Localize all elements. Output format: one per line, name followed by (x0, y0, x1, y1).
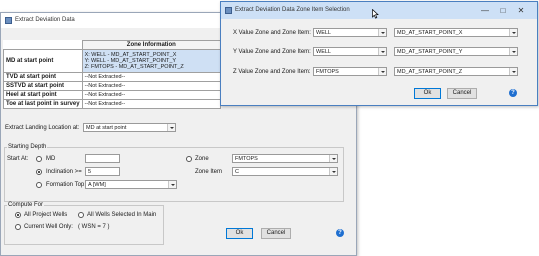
dropdown-arrow-icon[interactable] (167, 124, 175, 131)
landing-location-select[interactable]: MD at start point (83, 123, 176, 132)
zone-info-cell[interactable]: --Not Extracted-- (81, 90, 222, 100)
md-input[interactable] (85, 154, 120, 163)
all-project-wells-radio[interactable] (15, 212, 21, 218)
zone-value: FMTOPS (235, 156, 258, 162)
app-icon (225, 7, 232, 14)
grid-column-header: Zone Information (81, 40, 222, 50)
md-label: MD (46, 156, 56, 162)
minimize-icon[interactable]: — (479, 5, 491, 16)
main-window-title: Extract Deviation Data (15, 17, 75, 23)
help-icon[interactable]: ? (509, 89, 517, 97)
compute-for-group-title: Compute For (7, 202, 45, 208)
x-zone-item-value: MD_AT_START_POINT_X (397, 30, 463, 36)
grid-corner-cell (3, 40, 83, 50)
inclination-input[interactable]: 5 (85, 167, 120, 176)
table-row[interactable]: MD at start point X: WELL - MD_AT_START_… (3, 49, 222, 73)
zone-dialog-title: Extract Deviation Data Zone Item Selecti… (235, 7, 350, 13)
dropdown-arrow-icon[interactable] (329, 155, 337, 162)
row-label: TVD at start point (3, 72, 83, 82)
dropdown-arrow-icon[interactable] (509, 48, 517, 55)
inclination-radio[interactable] (36, 169, 42, 175)
dropdown-arrow-icon[interactable] (378, 68, 386, 75)
y-zone-value: WELL (316, 49, 331, 55)
zone-info-grid: Zone Information MD at start point X: WE… (3, 40, 222, 109)
formation-top-value: A [WM] (88, 182, 106, 188)
dropdown-arrow-icon[interactable] (509, 29, 517, 36)
zone-dialog-titlebar[interactable]: Extract Deviation Data Zone Item Selecti… (221, 2, 537, 19)
zone-item-value: C (235, 169, 239, 175)
row-label: Toe at last point in survey (3, 99, 83, 109)
x-zone-value: WELL (316, 30, 331, 36)
current-well-only-label: Current Well Only: (24, 224, 73, 230)
formation-top-label: Formation Top (46, 182, 85, 188)
md-radio[interactable] (36, 156, 42, 162)
ok-button[interactable]: Ok (226, 228, 253, 239)
landing-location-value: MD at start point (86, 125, 127, 131)
all-wells-selected-radio[interactable] (78, 212, 84, 218)
zone-cancel-button[interactable]: Cancel (447, 88, 477, 99)
help-icon[interactable]: ? (336, 229, 344, 237)
dropdown-arrow-icon[interactable] (378, 29, 386, 36)
zone-ok-button[interactable]: Ok (414, 88, 441, 99)
cell-line: Z: FMTOPS - MD_AT_START_POINT_Z (84, 64, 184, 70)
zone-item-label: Zone Item (195, 169, 223, 175)
y-zone-select[interactable]: WELL (313, 47, 387, 56)
row-label: MD at start point (3, 49, 83, 73)
maximize-icon[interactable]: □ (497, 5, 509, 16)
inclination-label: Inclination >= (46, 169, 82, 175)
app-icon (5, 17, 12, 24)
x-zone-select[interactable]: WELL (313, 28, 387, 37)
y-value-label: Y Value Zone and Zone Item: (233, 49, 311, 55)
z-zone-item-select[interactable]: MD_AT_START_POINT_Z (394, 67, 518, 76)
y-zone-item-select[interactable]: MD_AT_START_POINT_Y (394, 47, 518, 56)
formation-top-select[interactable]: A [WM] (85, 180, 177, 189)
zone-item-selection-dialog: Extract Deviation Data Zone Item Selecti… (220, 1, 538, 106)
table-row[interactable]: Toe at last point in survey --Not Extrac… (3, 99, 222, 109)
zone-label: Zone (195, 156, 209, 162)
dropdown-arrow-icon[interactable] (168, 181, 176, 188)
z-value-label: Z Value Zone and Zone Item: (233, 69, 311, 75)
cancel-button[interactable]: Cancel (261, 228, 291, 239)
close-icon[interactable]: ✕ (515, 5, 527, 16)
dropdown-arrow-icon[interactable] (509, 68, 517, 75)
dropdown-arrow-icon[interactable] (329, 168, 337, 175)
z-zone-item-value: MD_AT_START_POINT_Z (397, 69, 463, 75)
zone-select[interactable]: FMTOPS (232, 154, 338, 163)
row-label: SSTVD at start point (3, 81, 83, 91)
starting-depth-group-title: Starting Depth (7, 144, 48, 150)
table-row[interactable]: Heel at start point --Not Extracted-- (3, 90, 222, 100)
table-row[interactable]: TVD at start point --Not Extracted-- (3, 72, 222, 82)
zone-info-cell-selected[interactable]: X: WELL - MD_AT_START_POINT_X Y: WELL - … (81, 49, 222, 73)
x-zone-item-select[interactable]: MD_AT_START_POINT_X (394, 28, 518, 37)
z-zone-value: FMTOPS (316, 69, 339, 75)
zone-info-cell[interactable]: --Not Extracted-- (81, 81, 222, 91)
formation-top-radio[interactable] (36, 182, 42, 188)
z-zone-select[interactable]: FMTOPS (313, 67, 387, 76)
zone-radio[interactable] (186, 156, 192, 162)
all-project-wells-label: All Project Wells (24, 212, 68, 218)
wsn-label: ( WSN = 7 ) (78, 224, 110, 230)
start-at-label: Start At: (7, 156, 29, 162)
landing-label: Extract Landing Location at: (5, 125, 80, 131)
dropdown-arrow-icon[interactable] (378, 48, 386, 55)
zone-info-cell[interactable]: --Not Extracted-- (81, 99, 222, 109)
x-value-label: X Value Zone and Zone Item: (233, 30, 311, 36)
grid-header-row: Zone Information (3, 40, 222, 50)
row-label: Heel at start point (3, 90, 83, 100)
all-wells-selected-label: All Wells Selected In Main (87, 212, 157, 218)
y-zone-item-value: MD_AT_START_POINT_Y (397, 49, 463, 55)
mouse-cursor-icon (372, 9, 379, 19)
zone-item-select[interactable]: C (232, 167, 338, 176)
current-well-only-radio[interactable] (15, 224, 21, 230)
zone-info-cell[interactable]: --Not Extracted-- (81, 72, 222, 82)
table-row[interactable]: SSTVD at start point --Not Extracted-- (3, 81, 222, 91)
